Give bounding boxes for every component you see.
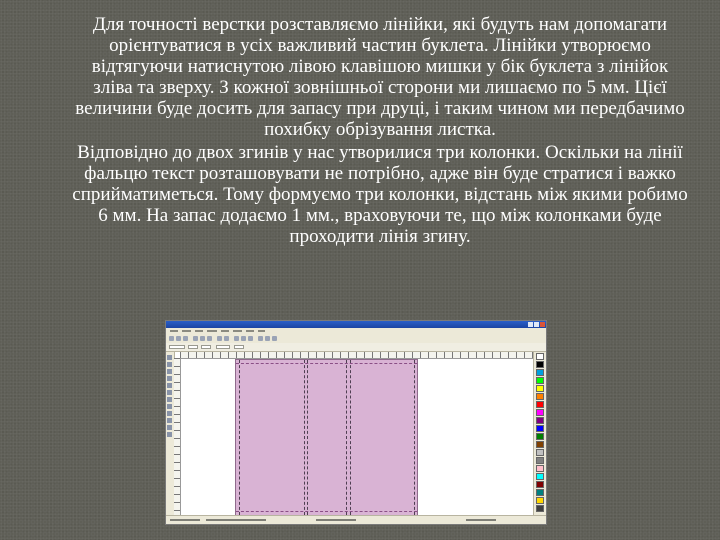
palette-swatch [536, 505, 544, 512]
paragraph-rulers: Для точності верстки розставляємо лінійк… [75, 14, 685, 140]
palette-swatch [536, 425, 544, 432]
column-guide-2 [346, 360, 347, 515]
palette-swatch [536, 377, 544, 384]
palette-swatch [536, 489, 544, 496]
palette-swatch [536, 497, 544, 504]
close-icon [540, 322, 545, 327]
palette-swatch [536, 441, 544, 448]
fold-guide-1 [304, 360, 305, 515]
palette-swatch [536, 393, 544, 400]
booklet-page [235, 359, 418, 516]
window-controls [528, 322, 545, 327]
palette-swatch [536, 449, 544, 456]
editor-screenshot [165, 320, 547, 525]
bottom-guide-line [236, 511, 417, 512]
palette-swatch [536, 457, 544, 464]
palette-swatch [536, 401, 544, 408]
palette-swatch [536, 465, 544, 472]
color-palette [533, 352, 546, 516]
horizontal-ruler [180, 352, 534, 359]
palette-swatch [536, 409, 544, 416]
status-bar [166, 515, 546, 524]
fold-guide-2 [350, 360, 351, 515]
column-guide-1 [307, 360, 308, 515]
vertical-ruler [174, 358, 181, 516]
right-margin-guide [414, 360, 415, 515]
left-margin-guide [239, 360, 240, 515]
maximize-icon [534, 322, 539, 327]
palette-swatch [536, 385, 544, 392]
window-title-bar [166, 321, 546, 328]
palette-swatch [536, 369, 544, 376]
palette-swatch [536, 481, 544, 488]
palette-swatch [536, 473, 544, 480]
palette-swatch [536, 417, 544, 424]
top-guide-line [236, 363, 417, 364]
drawing-canvas [181, 359, 533, 516]
paragraph-columns: Відповідно до двох згинів у нас утворили… [72, 142, 688, 247]
slide-text: Для точності верстки розставляємо лінійк… [70, 14, 690, 247]
palette-swatch [536, 361, 544, 368]
minimize-icon [528, 322, 533, 327]
palette-swatch [536, 433, 544, 440]
palette-swatch [536, 353, 544, 360]
property-bar [166, 343, 546, 352]
